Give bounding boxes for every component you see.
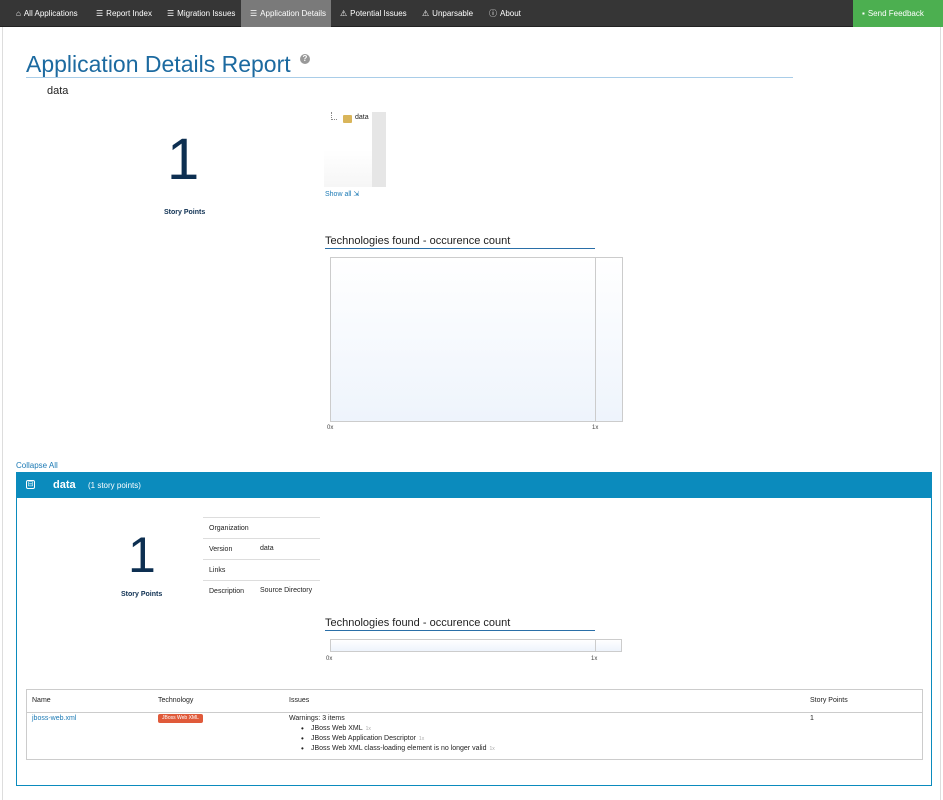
info-row-version: Version data [203, 538, 320, 559]
story-points-label: Story Points [164, 209, 206, 216]
nav-application-details[interactable]: ☰ Application Details [241, 0, 331, 27]
panel-tech-chart [330, 639, 622, 652]
tech-chart [330, 257, 623, 422]
folder-icon [343, 115, 352, 123]
column-header-technology[interactable]: Technology [158, 690, 193, 712]
info-row-description: Description Source Directory [203, 580, 320, 601]
issues-table: Name Technology Issues Story Points jbos… [26, 689, 923, 760]
column-header-issues[interactable]: Issues [289, 690, 309, 712]
home-icon: ⌂ [16, 9, 21, 18]
comment-icon: ▪ [862, 9, 865, 18]
technology-badge: JBoss Web XML [158, 714, 203, 723]
help-icon[interactable]: ? [300, 54, 310, 64]
info-row-organization: Organization [203, 517, 320, 538]
collapse-toggle-icon[interactable]: ⊟ [26, 480, 35, 489]
panel-header[interactable]: ⊟ data (1 story points) [17, 473, 931, 498]
list-icon: ☰ [250, 9, 258, 18]
issue-item: JBoss Web XML1x [299, 724, 495, 735]
nav-unparsable[interactable]: ⚠ Unparsable [413, 0, 482, 27]
list-icon: ☰ [167, 9, 175, 18]
panel-title: data [53, 479, 76, 491]
panel-story-points: (1 story points) [88, 481, 141, 490]
nav-about[interactable]: ⓘ About [480, 0, 530, 27]
story-points-value: 1 [167, 127, 200, 192]
tech-chart-divider [325, 248, 595, 249]
warning-icon: ⚠ [422, 9, 430, 18]
warnings-summary: Warnings: 3 items [289, 715, 345, 722]
file-tree: data [324, 112, 386, 187]
list-icon: ☰ [96, 9, 104, 18]
show-all-link[interactable]: Show all ⇲ [325, 190, 359, 198]
nav-report-index[interactable]: ☰ Report Index [87, 0, 161, 27]
info-row-links: Links [203, 559, 320, 580]
send-feedback-button[interactable]: ▪ Send Feedback [853, 0, 943, 27]
panel-story-points-label: Story Points [121, 591, 163, 598]
panel-tech-chart-title: Technologies found - occurence count [325, 617, 511, 629]
file-tree-pane: data [324, 112, 372, 187]
file-link[interactable]: jboss-web.xml [32, 715, 76, 722]
panel-tech-chart-divider [325, 630, 595, 631]
chart-gridline [595, 640, 596, 651]
collapse-all-link[interactable]: Collapse All [16, 461, 58, 470]
issue-item: JBoss Web Application Descriptor1x [299, 734, 495, 745]
application-name: data [47, 85, 69, 97]
info-icon: ⓘ [489, 9, 497, 18]
chart-gridline [595, 258, 596, 421]
warning-icon: ⚠ [340, 9, 348, 18]
tree-item-data[interactable]: data [355, 114, 369, 121]
page-title: Application Details Report [26, 51, 291, 77]
expand-icon: ⇲ [353, 191, 360, 198]
chart-tick-end: 1x [592, 425, 599, 431]
issue-list: JBoss Web XML1x JBoss Web Application De… [299, 724, 495, 755]
title-divider [26, 77, 793, 78]
header-divider [27, 712, 922, 713]
tech-chart-title: Technologies found - occurence count [325, 235, 511, 247]
application-info-table: Organization Version data Links Descripti… [203, 517, 320, 601]
nav-migration-issues[interactable]: ☰ Migration Issues [158, 0, 244, 27]
panel-story-points-value: 1 [128, 527, 156, 583]
panel-chart-tick-end: 1x [591, 656, 598, 662]
issue-item: JBoss Web XML class-loading element is n… [299, 744, 495, 755]
nav-all-applications[interactable]: ⌂ All Applications [7, 0, 87, 27]
top-navbar: ⌂ All Applications ☰ Report Index ☰ Migrati… [0, 0, 943, 27]
panel-chart-tick-start: 0x [326, 656, 333, 662]
chart-tick-start: 0x [327, 425, 334, 431]
column-header-story-points[interactable]: Story Points [810, 690, 848, 712]
row-story-points: 1 [810, 715, 814, 722]
nav-potential-issues[interactable]: ⚠ Potential Issues [331, 0, 416, 27]
tree-connector [331, 112, 337, 120]
column-header-name[interactable]: Name [32, 690, 51, 712]
